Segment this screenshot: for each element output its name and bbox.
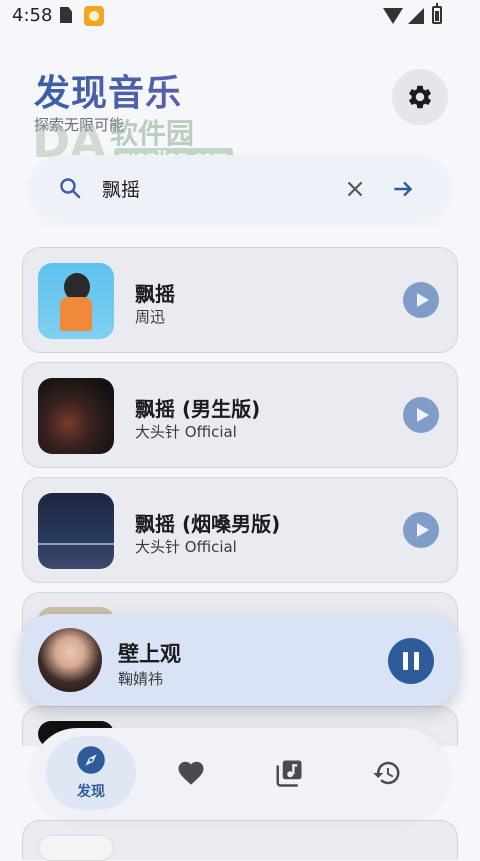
gear-icon bbox=[409, 85, 431, 109]
song-cover bbox=[38, 378, 114, 454]
song-title: 飘摇 (烟嗓男版) bbox=[135, 512, 281, 536]
search-icon bbox=[60, 178, 81, 199]
song-list-item[interactable]: 飘摇 (烟嗓男版) 大头针 Official bbox=[22, 477, 458, 583]
nav-item-history[interactable] bbox=[342, 728, 432, 818]
play-icon bbox=[416, 293, 429, 307]
settings-button[interactable] bbox=[392, 69, 448, 125]
nav-label-discover: 发现 bbox=[77, 784, 105, 800]
compass-icon bbox=[77, 746, 105, 774]
history-icon bbox=[373, 761, 400, 785]
signal-icon bbox=[408, 8, 424, 24]
now-playing-bar[interactable]: 壁上观 鞠婧祎 bbox=[22, 614, 458, 706]
heart-icon bbox=[178, 761, 204, 785]
app-notification-icon bbox=[84, 6, 104, 26]
now-playing-artist: 鞠婧祎 bbox=[118, 670, 164, 688]
song-artist: 周迅 bbox=[135, 308, 166, 326]
pause-icon bbox=[400, 652, 422, 670]
music-library-icon bbox=[276, 760, 302, 787]
song-list-item[interactable]: 飘摇 (男生版) 大头针 Official bbox=[22, 362, 458, 468]
clear-search-button[interactable] bbox=[342, 176, 368, 202]
song-list-item[interactable] bbox=[22, 820, 458, 861]
play-icon bbox=[416, 408, 429, 422]
song-cover bbox=[38, 835, 114, 861]
watermark-text: 软件园 bbox=[110, 117, 195, 150]
play-button[interactable] bbox=[403, 397, 439, 433]
play-button[interactable] bbox=[403, 512, 439, 548]
song-artist: 大头针 Official bbox=[135, 423, 237, 441]
nav-item-favorites[interactable] bbox=[146, 728, 236, 818]
pause-button[interactable] bbox=[388, 638, 434, 684]
now-playing-cover bbox=[38, 628, 102, 692]
song-cover bbox=[38, 493, 114, 569]
song-artist: 大头针 Official bbox=[135, 538, 237, 556]
song-title: 飘摇 (男生版) bbox=[135, 397, 261, 421]
play-button[interactable] bbox=[403, 282, 439, 318]
song-title: 飘摇 bbox=[135, 282, 175, 306]
wifi-icon bbox=[383, 8, 403, 24]
sim-card-icon bbox=[60, 7, 72, 23]
nav-item-library[interactable] bbox=[244, 728, 334, 818]
battery-icon bbox=[432, 3, 442, 24]
nav-item-discover[interactable]: 发现 bbox=[46, 728, 136, 818]
submit-search-button[interactable] bbox=[390, 176, 416, 202]
page-title: 发现音乐 bbox=[34, 64, 182, 116]
song-cover bbox=[38, 263, 114, 339]
song-list-item[interactable]: 飘摇 周迅 bbox=[22, 247, 458, 353]
search-input[interactable] bbox=[102, 174, 322, 202]
close-icon bbox=[347, 181, 363, 197]
now-playing-title: 壁上观 bbox=[118, 642, 181, 666]
play-icon bbox=[416, 523, 429, 537]
bottom-nav: 发现 bbox=[32, 728, 448, 818]
status-time: 4:58 bbox=[12, 5, 53, 26]
arrow-right-icon bbox=[394, 181, 413, 197]
status-bar: 4:58 bbox=[0, 0, 480, 32]
